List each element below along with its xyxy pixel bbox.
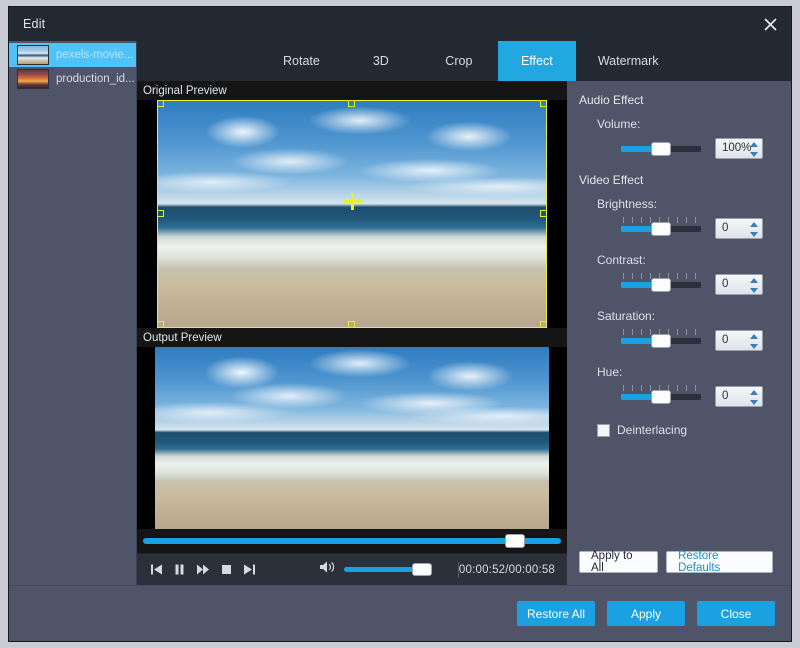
volume-control-group (319, 560, 432, 579)
saturation-value-text: 0 (722, 334, 729, 346)
slider-handle[interactable] (651, 278, 671, 292)
file-name-label: production_id... (56, 73, 135, 85)
contrast-control-row: 0 (621, 273, 777, 295)
volume-slider[interactable] (343, 563, 432, 576)
deinterlacing-checkbox-row[interactable]: Deinterlacing (597, 423, 777, 437)
file-thumbnail-icon (17, 69, 49, 89)
tab-watermark[interactable]: Watermark (576, 41, 681, 81)
slider-handle[interactable] (651, 390, 671, 404)
deinterlacing-checkbox[interactable] (597, 423, 610, 437)
audio-effect-group-title: Audio Effect (579, 93, 644, 107)
contrast-label: Contrast: (597, 253, 646, 267)
contrast-slider[interactable] (621, 273, 701, 295)
close-icon[interactable] (757, 11, 783, 37)
seek-bar-fill (143, 538, 561, 544)
file-name-label: pexels-movie... (56, 49, 134, 61)
tab-crop[interactable]: Crop (420, 41, 498, 81)
volume-value-text: 100% (722, 142, 752, 154)
tab-rotate[interactable]: Rotate (261, 41, 342, 81)
original-preview-label: Original Preview (137, 81, 567, 100)
tab-bar: Rotate 3D Crop Effect Watermark (137, 41, 791, 81)
close-button[interactable]: Close (697, 601, 775, 626)
fast-forward-icon[interactable] (191, 558, 214, 582)
output-preview-label: Output Preview (137, 328, 567, 347)
deinterlacing-label: Deinterlacing (617, 423, 688, 437)
time-display: 00:00:52/00:00:58 (458, 563, 556, 576)
file-thumbnail-icon (17, 45, 49, 65)
apply-button[interactable]: Apply (607, 601, 685, 626)
title-bar: Edit (9, 7, 791, 41)
brightness-label: Brightness: (597, 197, 658, 211)
brightness-control-row: 0 (621, 217, 777, 239)
saturation-spinner[interactable] (749, 333, 758, 349)
transport-bar: 00:00:52/00:00:58 (137, 553, 567, 585)
contrast-spinner[interactable] (749, 277, 758, 293)
edit-dialog: Edit pexels-movie... production_id... Ro… (8, 6, 792, 642)
dialog-body: pexels-movie... production_id... Rotate … (9, 41, 791, 585)
video-effect-group-title: Video Effect (579, 173, 644, 187)
hue-value-text: 0 (722, 390, 729, 402)
brightness-value-input[interactable]: 0 (715, 217, 763, 239)
effect-settings-panel: Audio Effect Volume: 100% Video Effect B… (567, 81, 791, 585)
work-area: Original Preview Output Preview 00:00:52… (137, 81, 791, 585)
contrast-value-input[interactable]: 0 (715, 273, 763, 295)
dialog-footer: Restore All Apply Close (9, 585, 791, 641)
tab-effect[interactable]: Effect (497, 41, 576, 81)
window-title: Edit (23, 17, 46, 31)
file-list-item-2[interactable]: production_id... (9, 67, 136, 91)
original-preview-image (157, 100, 547, 328)
original-preview-stage (137, 100, 567, 328)
volume-effect-slider[interactable] (621, 137, 701, 159)
restore-all-button[interactable]: Restore All (517, 601, 595, 626)
contrast-value-text: 0 (722, 278, 729, 290)
hue-slider[interactable] (621, 385, 701, 407)
seek-bar-container (137, 529, 567, 553)
hue-label: Hue: (597, 365, 623, 379)
seek-bar[interactable] (143, 534, 561, 548)
volume-value-input[interactable]: 100% (715, 137, 763, 159)
volume-control-row: 100% (621, 137, 777, 159)
output-preview-stage (137, 347, 567, 529)
pause-icon[interactable] (168, 558, 191, 582)
previous-icon[interactable] (145, 558, 168, 582)
slider-handle[interactable] (651, 334, 671, 348)
seek-bar-handle[interactable] (505, 534, 526, 548)
file-list-item-1[interactable]: pexels-movie... (9, 43, 136, 67)
brightness-slider[interactable] (621, 217, 701, 239)
saturation-value-input[interactable]: 0 (715, 329, 763, 351)
next-icon[interactable] (238, 558, 261, 582)
hue-control-row: 0 (621, 385, 777, 407)
preview-column: Original Preview Output Preview 00:00:52… (137, 81, 567, 585)
slider-handle[interactable] (651, 142, 671, 156)
secondary-button-row: Apply to All Restore Defaults (579, 550, 777, 574)
content-area: Rotate 3D Crop Effect Watermark Original… (137, 41, 791, 585)
speaker-icon[interactable] (319, 560, 336, 579)
hue-value-input[interactable]: 0 (715, 385, 763, 407)
volume-spinner[interactable] (749, 141, 758, 157)
file-list-sidebar: pexels-movie... production_id... (9, 41, 137, 585)
brightness-value-text: 0 (722, 222, 729, 234)
restore-defaults-button[interactable]: Restore Defaults (666, 550, 773, 574)
saturation-control-row: 0 (621, 329, 777, 351)
saturation-slider[interactable] (621, 329, 701, 351)
brightness-spinner[interactable] (749, 221, 758, 237)
volume-label: Volume: (597, 117, 641, 131)
tab-3d[interactable]: 3D (342, 41, 420, 81)
apply-to-all-button[interactable]: Apply to All (579, 550, 659, 574)
output-preview-image (155, 347, 549, 529)
saturation-label: Saturation: (597, 309, 656, 323)
slider-handle[interactable] (651, 222, 671, 236)
stop-icon[interactable] (215, 558, 238, 582)
hue-spinner[interactable] (749, 389, 758, 405)
volume-slider-handle[interactable] (411, 563, 432, 576)
